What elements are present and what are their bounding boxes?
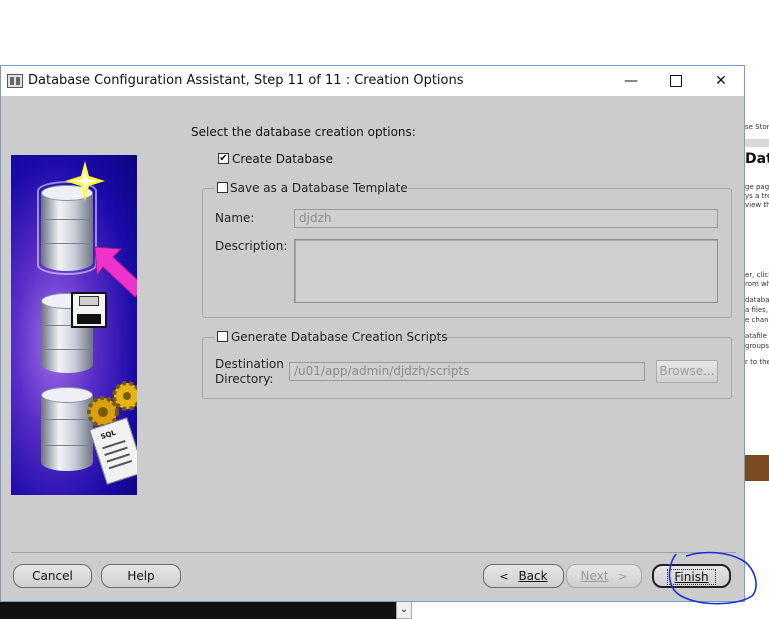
wizard-illustration: SQL	[11, 155, 137, 495]
directory-label: Directory:	[215, 372, 274, 386]
save-template-label[interactable]: Save as a Database Template	[230, 181, 408, 195]
bg-text: a files,	[745, 306, 769, 314]
destination-directory-input[interactable]: /u01/app/admin/djdzh/scripts	[289, 362, 645, 381]
sparkle-icon	[65, 161, 105, 201]
bg-text: view th	[745, 201, 769, 209]
background-window: se Stor Dat ge pag ys a tre view th er, …	[742, 95, 769, 601]
template-description-textarea[interactable]	[294, 239, 718, 303]
scroll-down-button[interactable]: ⌄	[396, 601, 412, 619]
generate-scripts-checkbox[interactable]	[217, 331, 228, 342]
destination-label: Destination	[215, 357, 284, 371]
help-button[interactable]: Help	[101, 564, 181, 588]
bg-text: rom wh	[745, 280, 769, 288]
template-description-label: Description:	[215, 239, 288, 253]
cancel-button[interactable]: Cancel	[13, 564, 92, 588]
floppy-disk-icon	[71, 292, 107, 328]
template-name-input[interactable]: djdzh	[294, 209, 718, 228]
sql-label: SQL	[99, 428, 117, 442]
create-database-checkbox[interactable]: ✔	[218, 153, 229, 164]
chevron-right-icon: >	[618, 570, 628, 583]
annotation-circle	[668, 551, 757, 605]
bg-text: ge pag	[745, 183, 769, 191]
arrow-icon	[94, 246, 137, 298]
back-label: Back	[518, 569, 548, 583]
background-taskbar-strip	[0, 601, 412, 619]
bg-text: groups	[745, 342, 769, 350]
close-button[interactable]: ✕	[698, 66, 744, 96]
bg-bar	[743, 139, 769, 147]
dbca-dialog-window: Database Configuration Assistant, Step 1…	[0, 65, 745, 602]
browse-button[interactable]: Browse...	[656, 360, 718, 383]
footer-separator	[11, 552, 736, 553]
generate-scripts-label[interactable]: Generate Database Creation Scripts	[231, 330, 448, 344]
bg-text: atafile	[745, 332, 767, 340]
close-icon: ✕	[715, 73, 727, 89]
save-template-checkbox[interactable]	[217, 182, 228, 193]
chevron-left-icon: <	[499, 570, 509, 583]
back-button[interactable]: < Back	[483, 564, 564, 588]
options-heading: Select the database creation options:	[191, 125, 416, 139]
bg-text: e chang	[745, 316, 769, 324]
bg-text: er, click	[745, 271, 769, 279]
template-name-label: Name:	[215, 211, 255, 225]
create-database-label[interactable]: Create Database	[232, 152, 333, 166]
maximize-button[interactable]	[653, 66, 699, 96]
next-label: Next	[580, 569, 609, 583]
title-bar[interactable]: Database Configuration Assistant, Step 1…	[1, 66, 744, 96]
bg-image	[745, 455, 769, 481]
maximize-icon	[670, 75, 682, 87]
sql-script-icon: SQL	[89, 417, 137, 485]
bg-text: databa	[745, 296, 769, 304]
bg-text: ys a tre	[745, 192, 769, 200]
minimize-icon: —	[624, 73, 638, 89]
database-app-icon	[7, 74, 23, 88]
bg-text: se Stor	[745, 123, 769, 131]
minimize-button[interactable]: —	[608, 66, 654, 96]
bg-heading: Dat	[745, 151, 769, 167]
next-button[interactable]: Next >	[566, 564, 642, 588]
bg-text: r to the	[745, 358, 769, 366]
window-title: Database Configuration Assistant, Step 1…	[28, 73, 464, 88]
